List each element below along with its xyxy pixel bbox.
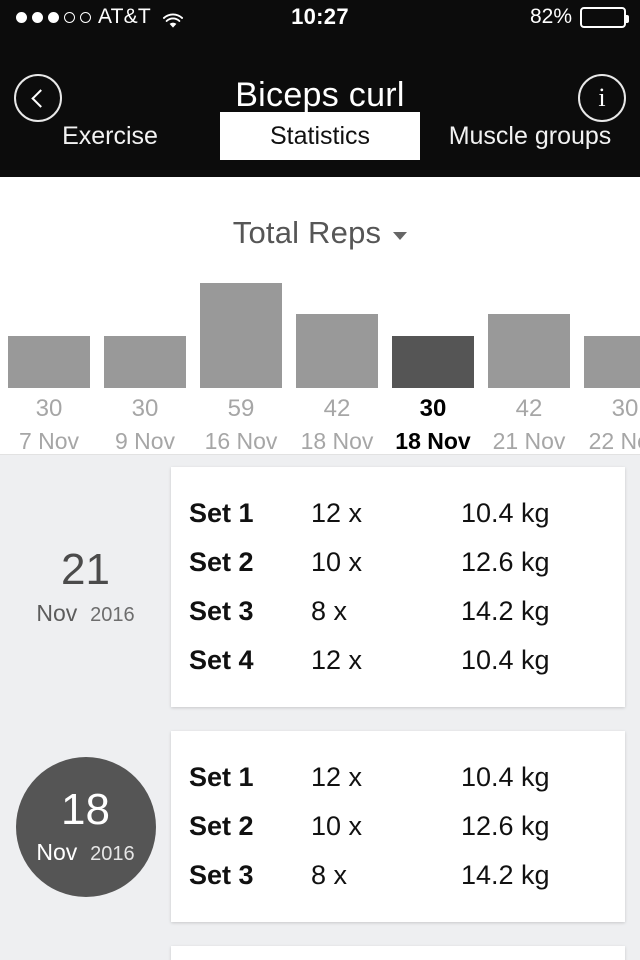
metric-label: Total Reps	[232, 215, 382, 250]
entry-date-year: 2016	[90, 603, 135, 626]
entry-date-year: 2016	[90, 843, 135, 866]
bar[interactable]	[296, 314, 378, 389]
entry-date-month-year: Nov 2016	[36, 839, 134, 866]
bar[interactable]	[200, 283, 282, 389]
set-name: Set 3	[189, 860, 254, 890]
entry-date-badge-selected: 18 Nov 2016	[15, 756, 156, 897]
bar-chart-column[interactable]: 30 7 Nov	[8, 336, 90, 454]
bar-date-label: 18 Nov	[300, 427, 374, 454]
bar-chart-column[interactable]: 42 21 Nov	[488, 314, 570, 454]
battery-percent-label: 82%	[529, 5, 572, 28]
set-weight: 14.2 kg	[461, 860, 550, 890]
bar-chart: 30 7 Nov 30 9 Nov 59 16 Nov 42 18 Nov 30 18 Nov 42…	[8, 283, 640, 454]
history-entry[interactable]: 21 Nov 2016 Set 1 12 x 10.4 kg Set 2 10 x 12.6 …	[0, 455, 640, 719]
set-name: Set 4	[189, 645, 254, 675]
set-name: Set 3	[189, 596, 254, 626]
sets-card[interactable]: Set 1 12 x 10.4 kg Set 2 10 x 12.6 kg Set 3 8 x…	[171, 467, 625, 707]
bar-chart-column[interactable]: 59 16 Nov	[200, 283, 282, 454]
history-entry[interactable]: 18 Nov 2016 Set 1 12 x 10.4 kg Set 2 10 x 12.6 …	[0, 719, 640, 934]
navigation-bar: Biceps curl i Exercise Statistics Muscle…	[0, 34, 640, 177]
entry-date[interactable]: 18 Nov 2016	[0, 756, 171, 897]
set-reps: 8 x	[311, 860, 348, 890]
sets-card[interactable]: Set 1 12 x 10.4 kg Set 2 10 x 12.6 kg Set 3 8 x…	[171, 731, 625, 922]
tab-bar: Exercise Statistics Muscle groups	[0, 112, 640, 160]
set-reps: 12 x	[311, 645, 363, 675]
set-row: Set 3 8 x 14.2 kg	[171, 851, 625, 900]
bar-chart-column[interactable]: 42 18 Nov	[296, 314, 378, 454]
status-bar-right: 82%	[529, 5, 629, 29]
metric-selector[interactable]: Total Reps	[0, 177, 640, 251]
set-reps: 10 x	[311, 547, 363, 577]
set-row: Set 1 12 x 10.4 kg	[171, 489, 625, 538]
bar[interactable]	[8, 336, 90, 389]
bar-value-label: 42	[515, 395, 543, 423]
bar-chart-column[interactable]: 30 18 Nov	[392, 336, 474, 454]
bar-value-label: 59	[227, 395, 255, 423]
bar-chart-column[interactable]: 30 22 Nov	[584, 336, 640, 454]
set-row: Set 2 10 x 12.6 kg	[171, 538, 625, 587]
set-row: Set 3 8 x 14.2 kg	[171, 587, 625, 636]
tab-exercise[interactable]: Exercise	[0, 112, 220, 160]
statistics-chart-panel: Total Reps 30 7 Nov 30 9 Nov 59 16 Nov 42 18 No…	[0, 177, 640, 455]
tab-muscle-groups[interactable]: Muscle groups	[420, 112, 640, 160]
bar-value-label: 42	[323, 395, 351, 423]
tab-statistics[interactable]: Statistics	[220, 112, 420, 160]
set-reps: 12 x	[311, 762, 363, 792]
bar[interactable]	[104, 336, 186, 389]
set-name: Set 2	[189, 547, 254, 577]
app-root: AT&T 10:27 82% Biceps curl i Exercise St…	[0, 0, 640, 960]
bar[interactable]	[392, 336, 474, 389]
entry-date-month: Nov	[36, 599, 78, 626]
set-row: Set 1 12 x 10.4 kg	[171, 753, 625, 802]
bar-date-label: 18 Nov	[395, 427, 471, 454]
set-reps: 10 x	[311, 811, 363, 841]
bar-date-label: 7 Nov	[18, 427, 80, 454]
bar-date-label: 21 Nov	[492, 427, 566, 454]
bar-date-label: 22 Nov	[588, 427, 640, 454]
workout-history-list[interactable]: 21 Nov 2016 Set 1 12 x 10.4 kg Set 2 10 x 12.6 …	[0, 455, 640, 960]
set-weight: 12.6 kg	[461, 547, 550, 577]
history-entry[interactable]: 18Nov 2016Set 112 x10.4 kgSet 210 x12.6 …	[0, 934, 640, 960]
bar[interactable]	[584, 336, 640, 389]
entry-date-month-year: Nov 2016	[36, 600, 134, 627]
entry-date[interactable]: 21 Nov 2016	[0, 547, 171, 626]
set-name: Set 2	[189, 811, 254, 841]
set-weight: 10.4 kg	[461, 645, 550, 675]
page-title: Biceps curl	[235, 76, 405, 114]
set-name: Set 1	[189, 498, 254, 528]
bar[interactable]	[488, 314, 570, 389]
entry-date-badge: 21 Nov 2016	[36, 547, 134, 626]
set-weight: 14.2 kg	[461, 596, 550, 626]
bar-chart-column[interactable]: 30 9 Nov	[104, 336, 186, 454]
bar-value-label: 30	[419, 395, 447, 423]
battery-icon	[580, 6, 629, 28]
set-name: Set 1	[189, 762, 254, 792]
set-weight: 10.4 kg	[461, 762, 550, 792]
set-weight: 10.4 kg	[461, 498, 550, 528]
set-row: Set 4 12 x 10.4 kg	[171, 636, 625, 685]
bar-value-label: 30	[611, 395, 639, 423]
chevron-down-icon	[393, 232, 408, 240]
entry-date-day: 18	[61, 784, 110, 834]
entry-date-month: Nov	[36, 839, 78, 866]
status-bar: AT&T 10:27 82%	[0, 0, 640, 34]
set-row: Set 2 10 x 12.6 kg	[171, 802, 625, 851]
bar-value-label: 30	[35, 395, 63, 423]
info-icon: i	[598, 83, 606, 112]
entry-date-day: 21	[61, 545, 110, 595]
set-reps: 12 x	[311, 498, 363, 528]
sets-card[interactable]: Set 112 x10.4 kgSet 210 x12.6 kg	[171, 946, 625, 960]
set-reps: 8 x	[311, 596, 348, 626]
bar-date-label: 16 Nov	[204, 427, 278, 454]
bar-date-label: 9 Nov	[114, 427, 176, 454]
bar-value-label: 30	[131, 395, 159, 423]
set-weight: 12.6 kg	[461, 811, 550, 841]
